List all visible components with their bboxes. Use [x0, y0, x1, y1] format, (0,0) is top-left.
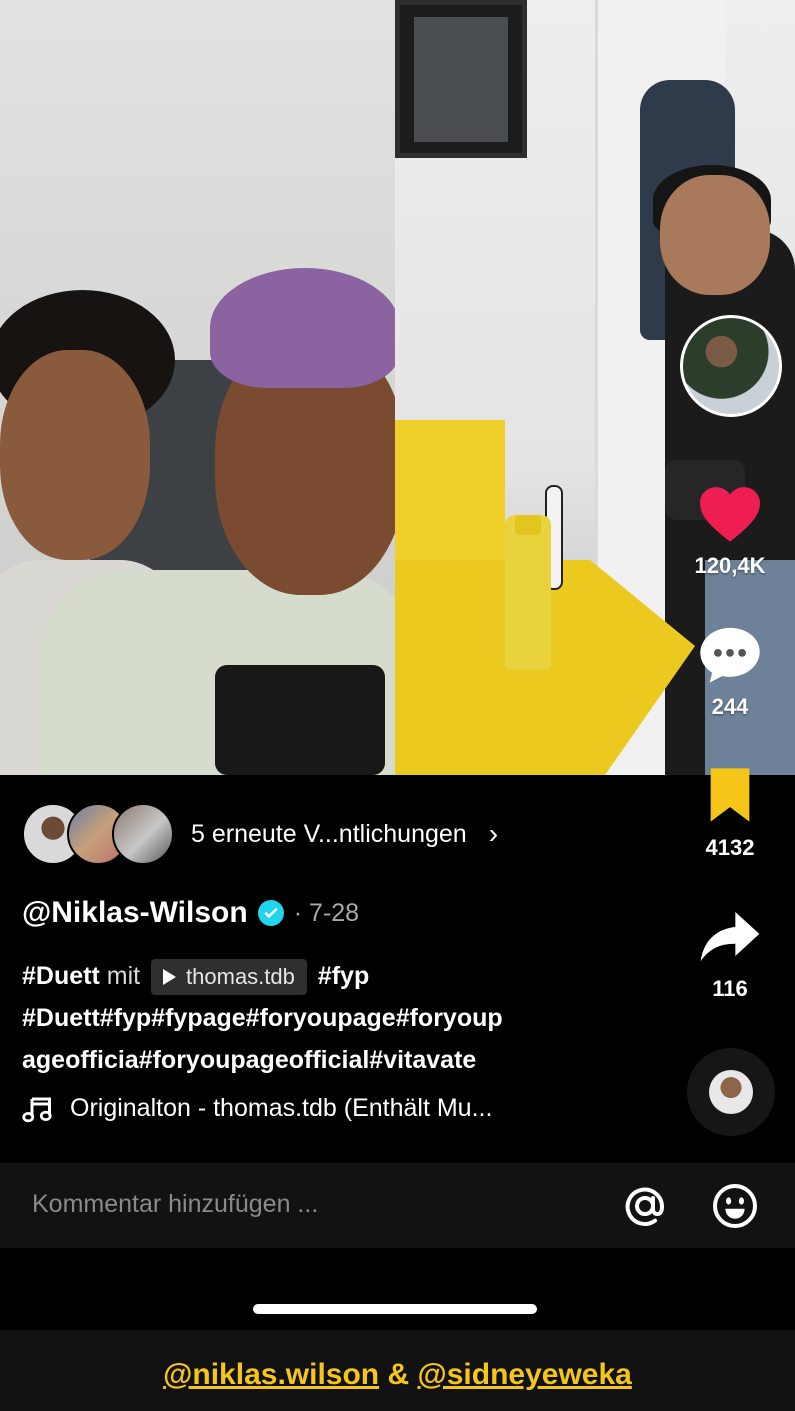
like-button[interactable]	[695, 478, 765, 548]
credit-user-link[interactable]: @niklas.wilson	[163, 1358, 379, 1391]
comment-icon	[700, 627, 760, 683]
save-count: 4132	[705, 835, 755, 860]
tiktok-post-screen: 120,4K 244 4132 116 5 erneute V...ntlich…	[0, 0, 795, 1411]
sound-disc-button[interactable]	[687, 1048, 775, 1136]
heart-icon	[700, 487, 760, 542]
wall-picture	[395, 0, 527, 158]
sound-row[interactable]: Originalton - thomas.tdb (Enthält Mu...	[22, 1094, 492, 1123]
home-indicator	[253, 1304, 537, 1314]
chevron-right-icon: ›	[488, 818, 499, 849]
sound-name: Originalton - thomas.tdb (Enthält Mu...	[70, 1094, 493, 1122]
drink-bottle	[505, 515, 551, 670]
caption-line-1: #Duett mit thomas.tdb #fyp	[22, 955, 642, 997]
post-caption: #Duett mit thomas.tdb #fyp #Duett#fyp#fy…	[22, 955, 642, 1081]
like-count: 120,4K	[694, 553, 766, 578]
video-player[interactable]	[0, 0, 795, 775]
duet-source-user: thomas.tdb	[186, 964, 295, 990]
reposts-row[interactable]: 5 erneute V...ntlichungen ›	[22, 803, 498, 865]
author-row: @Niklas-Wilson · 7-28	[22, 896, 359, 930]
hashtag-link[interactable]: #Duett	[22, 962, 100, 990]
share-count: 116	[712, 976, 748, 1001]
creator-avatar[interactable]	[680, 315, 782, 417]
credit-user-link[interactable]: @sidneyeweka	[417, 1358, 631, 1391]
duet-source-chip[interactable]: thomas.tdb	[151, 959, 307, 996]
credits-caption: @niklas.wilson & @sidneyeweka	[0, 1358, 795, 1392]
play-icon	[163, 969, 177, 986]
caption-text: mit	[106, 962, 141, 990]
share-icon	[700, 912, 760, 962]
comment-count: 244	[711, 694, 749, 719]
post-date: · 7-28	[293, 898, 360, 927]
credit-amp: &	[387, 1358, 410, 1391]
author-username[interactable]: @Niklas-Wilson	[22, 896, 248, 930]
reposts-label: 5 erneute V...ntlichungen	[191, 819, 467, 848]
save-button[interactable]	[695, 765, 765, 825]
emoji-icon[interactable]	[711, 1182, 759, 1230]
verified-badge-icon	[257, 900, 284, 926]
caption-line-2[interactable]: #Duett#fyp#fypage#foryoupage#foryoup	[22, 997, 642, 1039]
comment-input[interactable]: Kommentar hinzufügen ...	[32, 1190, 318, 1219]
music-note-icon	[22, 1097, 52, 1122]
bookmark-icon	[710, 768, 750, 822]
sound-cover-image	[709, 1070, 753, 1114]
at-icon[interactable]	[621, 1182, 669, 1230]
caption-line-3[interactable]: ageofficia#foryoupageofficial#vitavate	[22, 1039, 642, 1081]
share-button[interactable]	[695, 905, 765, 967]
duet-left-video	[0, 0, 395, 775]
hashtag-link[interactable]: #fyp	[318, 962, 369, 990]
repost-avatar	[112, 803, 174, 865]
comment-button[interactable]	[695, 622, 765, 686]
